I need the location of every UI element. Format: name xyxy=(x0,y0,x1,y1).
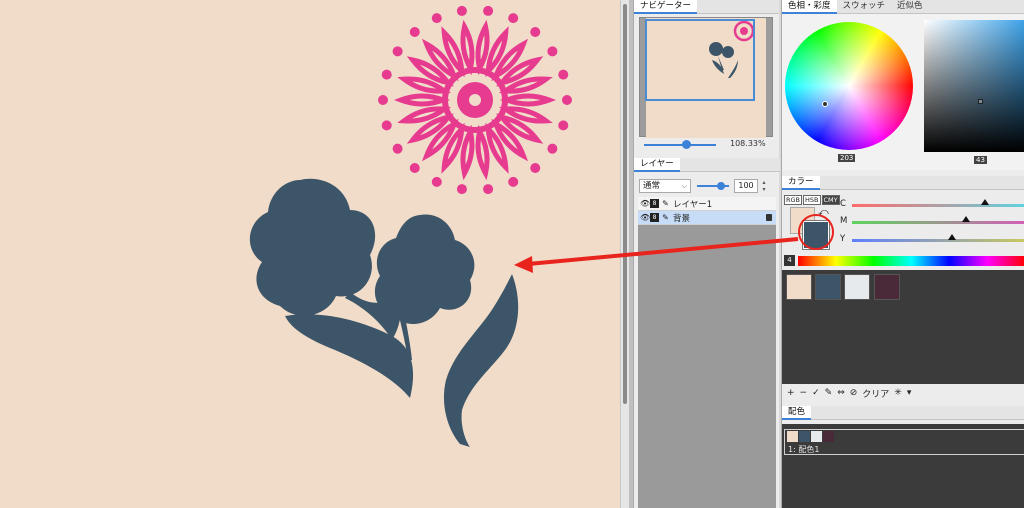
eye-icon[interactable]: 👁 xyxy=(640,199,650,208)
color-scheme-area: 1: 配色1 xyxy=(782,424,1024,508)
zoom-track[interactable] xyxy=(644,144,716,146)
drawing-canvas[interactable] xyxy=(0,0,620,508)
navigator-zoom-slider[interactable]: 108.33% xyxy=(642,139,772,151)
tab-navigator[interactable]: ナビゲーター xyxy=(634,0,698,14)
forbidden-icon[interactable]: ⊘ xyxy=(850,388,858,398)
highlight-circle-annotation xyxy=(798,214,834,250)
chevron-down-icon: ⌵ xyxy=(681,182,687,190)
layer-bit-badge: 8 xyxy=(650,199,659,208)
tab-hue-saturation[interactable]: 色相・彩度 xyxy=(782,0,837,14)
pen-icon[interactable]: ✎ xyxy=(825,388,833,398)
color-sub-tabbar: カラー xyxy=(782,176,1024,190)
palette-swatch-1[interactable] xyxy=(786,274,812,300)
slider-y-track[interactable] xyxy=(852,239,1024,242)
navigator-viewport-box[interactable] xyxy=(645,19,755,101)
tab-color[interactable]: カラー xyxy=(782,176,820,190)
slider-m-track[interactable] xyxy=(852,221,1024,224)
palette-swatch-4[interactable] xyxy=(874,274,900,300)
slider-c-track[interactable] xyxy=(852,204,1024,207)
remove-icon[interactable]: − xyxy=(800,388,808,398)
clear-button[interactable]: クリア xyxy=(862,387,889,400)
blend-mode-value: 通常 xyxy=(643,181,661,191)
canvas-artwork xyxy=(249,5,572,447)
mode-rgb-button[interactable]: RGB xyxy=(784,195,803,205)
tab-swatch[interactable]: スウォッチ xyxy=(837,0,892,14)
layer-name: 背景 xyxy=(673,213,691,224)
color-spectrum-bar[interactable] xyxy=(798,256,1024,266)
layer-name: レイヤー1 xyxy=(673,199,713,210)
navigator-layer-panel: ナビゲーター 108.33% レイヤー 通常 ⌵ 100 ▴ ▾ 👁 8 ✎ レ… xyxy=(633,0,780,508)
brightness-value: 43 xyxy=(974,156,987,164)
mode-cmy-button[interactable]: CMY xyxy=(821,195,840,205)
scrollbar-thumb[interactable] xyxy=(623,4,627,404)
canvas-vertical-scrollbar[interactable] xyxy=(620,0,629,508)
opacity-input[interactable]: 100 xyxy=(734,179,758,193)
blue-plant-shape xyxy=(249,178,519,447)
slider-m[interactable]: M xyxy=(840,216,1024,228)
navigator-thumbnail[interactable] xyxy=(639,17,773,138)
zoom-value: 108.33% xyxy=(730,139,766,148)
hue-saturation-area: 203 43 xyxy=(782,14,1024,170)
eye-icon[interactable]: 👁 xyxy=(640,213,650,222)
palette-area xyxy=(782,270,1024,384)
dropdown-icon[interactable]: ▾ xyxy=(907,388,912,398)
tab-color-scheme[interactable]: 配色 xyxy=(782,406,812,420)
palette-swatch-2[interactable] xyxy=(815,274,841,300)
hue-picker-handle[interactable] xyxy=(822,101,828,107)
hue-value: 203 xyxy=(838,154,856,162)
tool-number-badge: 4 xyxy=(784,255,795,266)
scheme-swatch-1 xyxy=(787,431,798,442)
layer-tabbar: レイヤー xyxy=(634,158,780,172)
pen-icon[interactable]: ✎ xyxy=(661,199,670,208)
scheme-tabbar: 配色 xyxy=(782,406,1024,420)
pen-icon[interactable]: ✎ xyxy=(661,213,670,222)
color-tabbar: 色相・彩度 スウォッチ 近似色 xyxy=(782,0,1024,14)
pink-flower-shape xyxy=(378,5,572,195)
sparkle-icon[interactable]: ✳ xyxy=(894,388,902,398)
opacity-spinner-icon[interactable]: ▴ ▾ xyxy=(760,179,768,193)
hue-wheel[interactable] xyxy=(785,22,913,150)
color-panel: 色相・彩度 スウォッチ 近似色 203 43 カラー RGB HSB CMY ⤺… xyxy=(781,0,1024,508)
layer-row-1[interactable]: 👁 8 ✎ レイヤー1 xyxy=(638,197,776,211)
color-scheme-label: 1: 配色1 xyxy=(788,445,820,454)
slider-y-handle[interactable] xyxy=(948,234,957,240)
palette-toolbar: + − ✓ ✎ ⇔ ⊘ クリア ✳ ▾ xyxy=(782,384,1024,402)
opacity-knob[interactable] xyxy=(717,182,725,190)
color-scheme-item[interactable]: 1: 配色1 xyxy=(784,429,1024,455)
slider-m-handle[interactable] xyxy=(962,216,971,222)
layer-list: 👁 8 ✎ レイヤー1 👁 8 ✎ 背景 xyxy=(638,197,776,508)
scheme-swatch-3 xyxy=(811,431,822,442)
color-mode-buttons: RGB HSB CMY xyxy=(784,195,840,205)
slider-c-handle[interactable] xyxy=(981,199,990,205)
tab-similar-color[interactable]: 近似色 xyxy=(891,0,929,14)
saturation-value-square[interactable] xyxy=(924,20,1024,152)
palette-swatch-3[interactable] xyxy=(844,274,870,300)
slider-c-label: C xyxy=(840,199,846,209)
navigator-tabbar: ナビゲーター xyxy=(634,0,779,14)
check-icon[interactable]: ✓ xyxy=(812,388,820,398)
scheme-swatch-2 xyxy=(799,431,810,442)
swap-icon[interactable]: ⇔ xyxy=(837,388,845,398)
opacity-slider[interactable] xyxy=(697,182,729,190)
blend-mode-select[interactable]: 通常 ⌵ xyxy=(639,179,691,193)
lock-icon[interactable] xyxy=(766,214,772,221)
tab-layer[interactable]: レイヤー xyxy=(634,158,680,172)
layer-bit-badge: 8 xyxy=(650,213,659,222)
slider-m-label: M xyxy=(840,216,848,226)
zoom-knob[interactable] xyxy=(682,140,691,149)
sv-picker-handle[interactable] xyxy=(978,99,983,104)
layer-row-background[interactable]: 👁 8 ✎ 背景 xyxy=(638,211,776,225)
slider-y[interactable]: Y xyxy=(840,234,1024,246)
add-icon[interactable]: + xyxy=(787,388,795,398)
scheme-swatch-4 xyxy=(823,431,834,442)
slider-c[interactable]: C xyxy=(840,199,1024,211)
slider-y-label: Y xyxy=(840,234,846,244)
mode-hsb-button[interactable]: HSB xyxy=(803,195,821,205)
